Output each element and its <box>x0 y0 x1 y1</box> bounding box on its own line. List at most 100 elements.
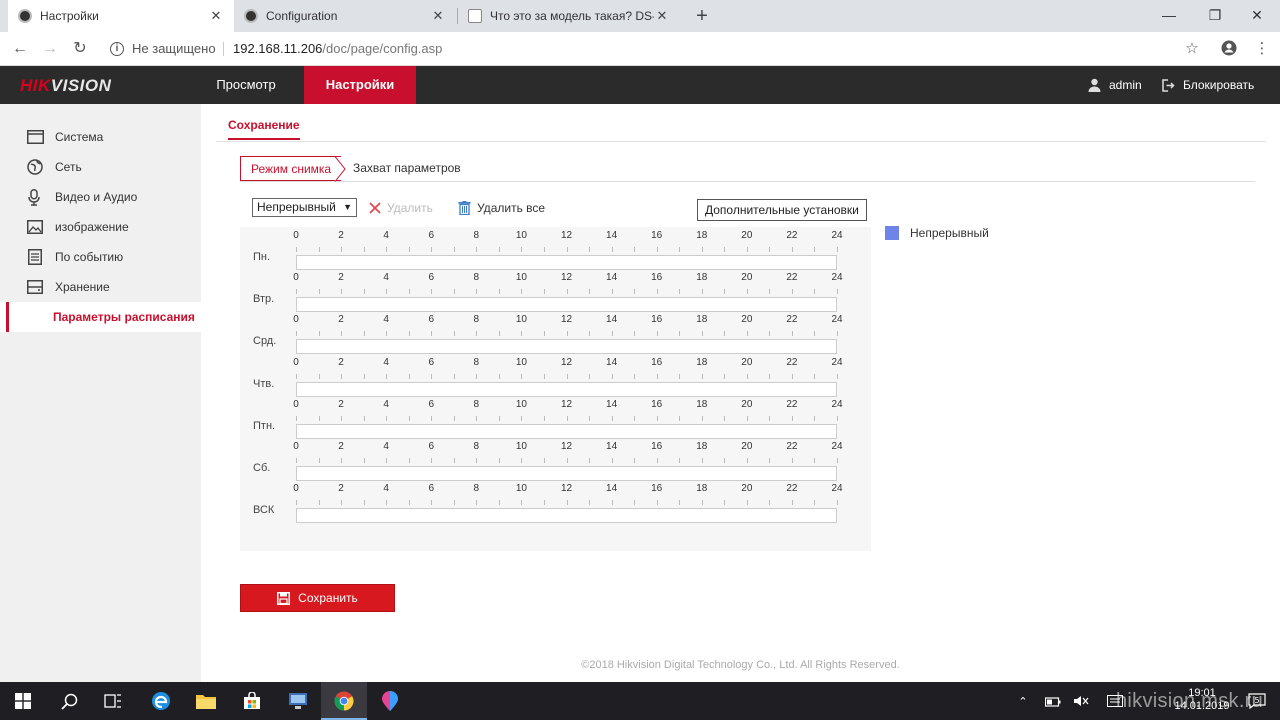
security-label: Не защищено <box>132 41 216 56</box>
sidebar-item-schedule-settings[interactable]: Параметры расписания <box>0 302 201 332</box>
sidebar-item-storage[interactable]: Хранение <box>0 272 201 302</box>
hour-tick-label: 22 <box>786 483 798 495</box>
lock-button[interactable]: Блокировать <box>1162 66 1254 104</box>
day-timeline-bar[interactable] <box>296 466 837 481</box>
browser-tab-settings[interactable]: Настройки ✕ <box>8 0 234 32</box>
user-menu[interactable]: admin <box>1088 66 1142 104</box>
minimize-icon[interactable]: — <box>1146 0 1192 32</box>
hour-tick-mark <box>408 331 410 337</box>
delete-all-button[interactable]: Удалить все <box>458 201 545 215</box>
hour-tick-mark <box>656 331 658 337</box>
hour-tick-mark <box>476 331 478 337</box>
hour-tick-mark <box>318 500 320 506</box>
subtab-capture-mode[interactable]: Режим снимка <box>240 156 342 181</box>
reload-icon[interactable]: ↻ <box>68 38 92 60</box>
hour-tick-label: 0 <box>293 272 299 284</box>
hour-tick-mark <box>769 373 771 379</box>
day-timeline-bar[interactable] <box>296 297 837 313</box>
hour-tick-label: 4 <box>383 272 389 284</box>
delete-button[interactable]: Удалить <box>369 201 433 215</box>
close-icon[interactable]: ✕ <box>654 8 670 24</box>
hour-tick-mark <box>814 458 816 463</box>
hour-tick-mark <box>611 289 613 295</box>
hour-tick-label: 8 <box>473 483 480 495</box>
hour-tick-mark <box>656 289 658 295</box>
hour-tick-mark <box>791 500 793 506</box>
day-timeline-bar[interactable] <box>296 255 837 270</box>
file-explorer-icon[interactable] <box>183 682 229 720</box>
close-icon[interactable]: ✕ <box>430 8 446 24</box>
menu-kebab-icon[interactable]: ⋮ <box>1252 40 1272 58</box>
hour-tick-label: 16 <box>651 441 663 452</box>
hour-tick-mark <box>296 500 297 506</box>
hour-tick-label: 4 <box>383 356 389 368</box>
hour-tick-mark <box>837 289 838 295</box>
sidebar-item-system[interactable]: Система <box>0 122 201 152</box>
hour-tick-mark <box>791 415 793 421</box>
store-icon[interactable] <box>229 682 275 720</box>
maximize-icon[interactable]: ❐ <box>1192 0 1238 32</box>
nav-configuration[interactable]: Настройки <box>304 66 416 104</box>
sidebar-item-video-audio[interactable]: Видео и Аудио <box>0 182 201 212</box>
hour-tick-label: 6 <box>428 356 435 368</box>
hour-tick-mark <box>634 458 636 463</box>
record-type-select[interactable]: Непрерывный ▼ <box>252 198 357 217</box>
sidebar-item-label: Система <box>55 130 104 144</box>
nav-live-view[interactable]: Просмотр <box>200 66 292 104</box>
hour-tick-label: 14 <box>606 272 618 284</box>
tab-title: Configuration <box>266 9 338 23</box>
legend-swatch <box>885 226 899 240</box>
search-icon[interactable] <box>46 682 92 720</box>
sidebar-item-event[interactable]: По событию <box>0 242 201 272</box>
address-field[interactable]: 192.168.11.206/doc/page/config.asp <box>233 41 442 56</box>
record-type-value: Непрерывный <box>257 200 336 214</box>
windows-start-icon[interactable] <box>0 682 46 720</box>
subtab-capture-parameters[interactable]: Захват параметров <box>353 156 461 181</box>
edge-browser-icon[interactable] <box>138 682 184 720</box>
hour-tick-mark <box>746 331 748 337</box>
browser-tab-forum[interactable]: Что это за модель такая? DS-2C ✕ <box>458 0 680 32</box>
hour-tick-mark <box>521 289 523 295</box>
volume-muted-icon[interactable] <box>1070 682 1092 720</box>
show-hidden-icons-icon[interactable]: ⌃ <box>1012 682 1034 720</box>
day-label: Сб. <box>253 462 271 474</box>
bookmark-star-icon[interactable]: ☆ <box>1182 40 1202 58</box>
window-close-icon[interactable]: ✕ <box>1234 0 1280 32</box>
hour-tick-mark <box>431 500 433 506</box>
task-view-icon[interactable] <box>90 682 136 720</box>
schedule-row: Птн. 0 2 4 6 8 10 12 14 16 18 20 22 24 <box>240 399 871 444</box>
sidebar-item-image[interactable]: изображение <box>0 212 201 242</box>
back-arrow-icon[interactable]: ← <box>8 38 32 60</box>
forward-arrow-icon[interactable]: → <box>38 38 62 60</box>
save-button[interactable]: Сохранить <box>240 584 395 612</box>
chrome-icon[interactable] <box>321 682 367 720</box>
day-timeline-bar[interactable] <box>296 423 837 439</box>
hour-tick-mark <box>611 331 613 337</box>
new-tab-icon[interactable]: + <box>690 4 714 28</box>
tab-title: Что это за модель такая? DS-2C <box>490 9 654 23</box>
hour-tick-mark <box>476 458 478 463</box>
hour-tick-label: 18 <box>696 272 708 284</box>
account-icon[interactable] <box>1219 40 1239 58</box>
security-indicator[interactable]: i Не защищено <box>110 41 216 56</box>
hour-tick-mark <box>611 500 613 506</box>
close-icon[interactable]: ✕ <box>208 8 224 24</box>
remote-desktop-icon[interactable] <box>275 682 321 720</box>
day-timeline-bar[interactable] <box>296 381 837 397</box>
day-timeline-bar[interactable] <box>296 508 837 524</box>
hour-tick-mark <box>543 458 545 463</box>
hour-tick-mark <box>837 415 838 421</box>
hour-tick-label: 18 <box>696 356 708 368</box>
sidebar-item-network[interactable]: Сеть <box>0 152 201 182</box>
browser-tab-configuration[interactable]: Configuration ✕ <box>234 0 456 32</box>
hour-tick-label: 22 <box>786 441 798 452</box>
hour-tick-mark <box>498 415 500 421</box>
hour-tick-mark <box>453 331 455 337</box>
day-timeline-bar[interactable] <box>296 339 837 355</box>
tab-storage-record[interactable]: Сохранение <box>228 118 300 140</box>
hour-tick-mark <box>386 331 388 337</box>
advanced-settings-button[interactable]: Дополнительные установки <box>697 199 867 221</box>
paint-3d-icon[interactable] <box>367 682 413 720</box>
hour-tick-mark <box>656 458 658 463</box>
network-icon[interactable] <box>1040 682 1066 720</box>
